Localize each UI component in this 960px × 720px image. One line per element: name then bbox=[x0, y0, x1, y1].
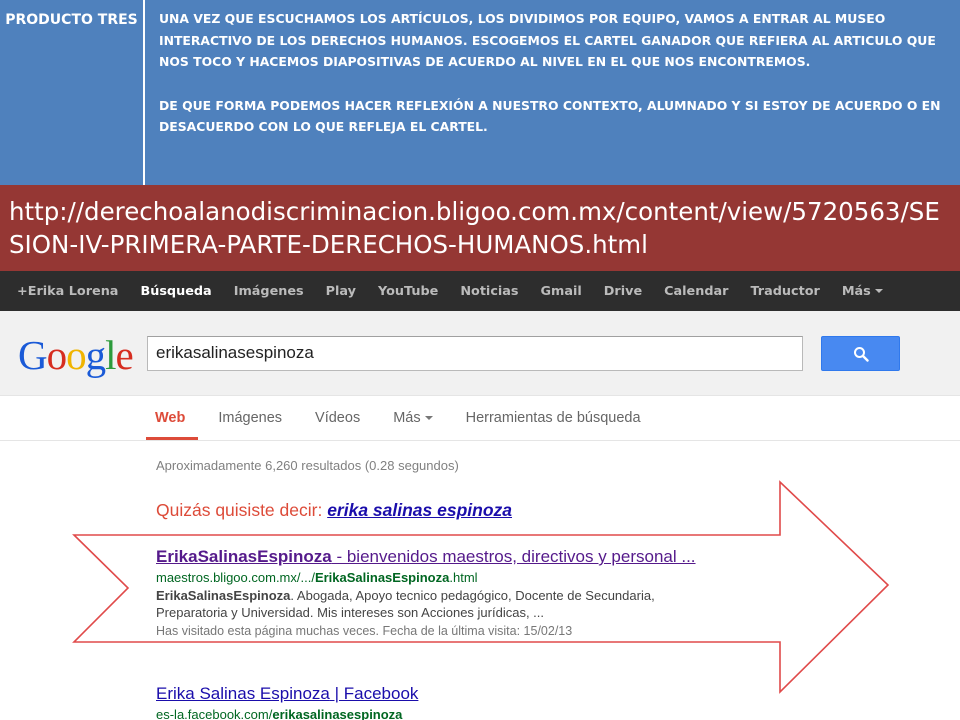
did-you-mean: Quizás quisiste decir: erika salinas esp… bbox=[156, 500, 512, 521]
result-title-bold: Erika Salinas Espinoza bbox=[156, 684, 330, 703]
logo-letter: o bbox=[66, 332, 86, 378]
result-snippet: ErikaSalinasEspinoza. Abogada, Apoyo tec… bbox=[156, 587, 726, 621]
result-title-link[interactable]: ErikaSalinasEspinoza - bienvenidos maest… bbox=[156, 547, 726, 567]
result-url: es-la.facebook.com/erikasalinasespinoza bbox=[156, 707, 418, 720]
instructions-paragraph-2: DE QUE FORMA PODEMOS HACER REFLEXIÓN A N… bbox=[159, 97, 941, 135]
result-url-bold: ErikaSalinasEspinoza bbox=[314, 570, 450, 585]
search-header: Google erikasalinasespinoza bbox=[0, 311, 960, 396]
gbar-item-more[interactable]: Más bbox=[842, 284, 883, 299]
result-snippet-bold: ErikaSalinasEspinoza bbox=[156, 588, 291, 603]
tab-more-label: Más bbox=[393, 410, 421, 426]
chevron-down-icon bbox=[424, 416, 433, 421]
gbar-item-profile[interactable]: +Erika Lorena bbox=[17, 284, 118, 299]
tab-images[interactable]: Imágenes bbox=[218, 410, 282, 440]
chevron-down-icon bbox=[874, 289, 883, 293]
result-visited-note: Has visitado esta página muchas veces. F… bbox=[156, 624, 573, 638]
gbar-item-youtube[interactable]: YouTube bbox=[378, 284, 438, 299]
url-banner[interactable]: http://derechoalanodiscriminacion.bligoo… bbox=[0, 185, 960, 271]
logo-letter: G bbox=[18, 332, 48, 378]
tab-more[interactable]: Más bbox=[393, 410, 433, 440]
search-button[interactable] bbox=[821, 336, 900, 371]
search-result: Erika Salinas Espinoza | Facebook es-la.… bbox=[156, 684, 418, 720]
result-title-bold: ErikaSalinasEspinoza bbox=[156, 547, 332, 566]
search-icon bbox=[853, 346, 869, 362]
logo-letter: l bbox=[105, 332, 116, 378]
product-label: PRODUCTO TRES bbox=[0, 0, 145, 186]
logo-letter: e bbox=[115, 332, 134, 378]
google-logo[interactable]: Google bbox=[18, 331, 134, 379]
tab-web[interactable]: Web bbox=[155, 410, 185, 440]
search-tabs: Web Imágenes Vídeos Más Herramientas de … bbox=[155, 410, 674, 440]
tab-videos[interactable]: Vídeos bbox=[315, 410, 360, 440]
header-table: PRODUCTO TRES UNA VEZ QUE ESCUCHAMOS LOS… bbox=[0, 0, 960, 186]
result-stats: Aproximadamente 6,260 resultados (0.28 s… bbox=[156, 458, 459, 473]
result-title-link[interactable]: Erika Salinas Espinoza | Facebook bbox=[156, 684, 418, 704]
logo-letter: o bbox=[46, 332, 67, 378]
tab-search-tools[interactable]: Herramientas de búsqueda bbox=[466, 410, 641, 440]
result-url-suffix: .html bbox=[449, 570, 478, 585]
gbar-item-calendar[interactable]: Calendar bbox=[664, 284, 728, 299]
result-title-rest: - bienvenidos maestros, directivos y per… bbox=[331, 547, 696, 566]
gbar-item-drive[interactable]: Drive bbox=[604, 284, 642, 299]
gbar-item-images[interactable]: Imágenes bbox=[234, 284, 304, 299]
search-result: ErikaSalinasEspinoza - bienvenidos maest… bbox=[156, 547, 726, 638]
gbar-item-translate[interactable]: Traductor bbox=[750, 284, 819, 299]
did-you-mean-label: Quizás quisiste decir: bbox=[156, 500, 328, 520]
instructions-cell: UNA VEZ QUE ESCUCHAMOS LOS ARTÍCULOS, LO… bbox=[147, 0, 960, 186]
result-url-prefix: maestros.bligoo.com.mx/.../ bbox=[156, 570, 315, 585]
gbar-item-search[interactable]: Búsqueda bbox=[140, 284, 211, 299]
logo-letter: g bbox=[85, 332, 106, 378]
tabs-divider bbox=[0, 440, 960, 441]
google-top-bar: +Erika Lorena Búsqueda Imágenes Play You… bbox=[0, 271, 960, 311]
result-title-rest: | Facebook bbox=[329, 684, 419, 703]
instructions-paragraph-1: UNA VEZ QUE ESCUCHAMOS LOS ARTÍCULOS, LO… bbox=[159, 11, 936, 69]
search-input[interactable]: erikasalinasespinoza bbox=[147, 336, 803, 371]
result-url-bold: erikasalinasespinoza bbox=[272, 707, 403, 720]
result-url: maestros.bligoo.com.mx/.../ErikaSalinasE… bbox=[156, 570, 726, 585]
gbar-item-gmail[interactable]: Gmail bbox=[541, 284, 582, 299]
result-url-prefix: es-la.facebook.com/ bbox=[156, 707, 273, 720]
did-you-mean-link[interactable]: erika salinas espinoza bbox=[327, 500, 512, 520]
gbar-item-play[interactable]: Play bbox=[326, 284, 356, 299]
gbar-more-label: Más bbox=[841, 283, 871, 299]
gbar-item-news[interactable]: Noticias bbox=[460, 284, 518, 299]
